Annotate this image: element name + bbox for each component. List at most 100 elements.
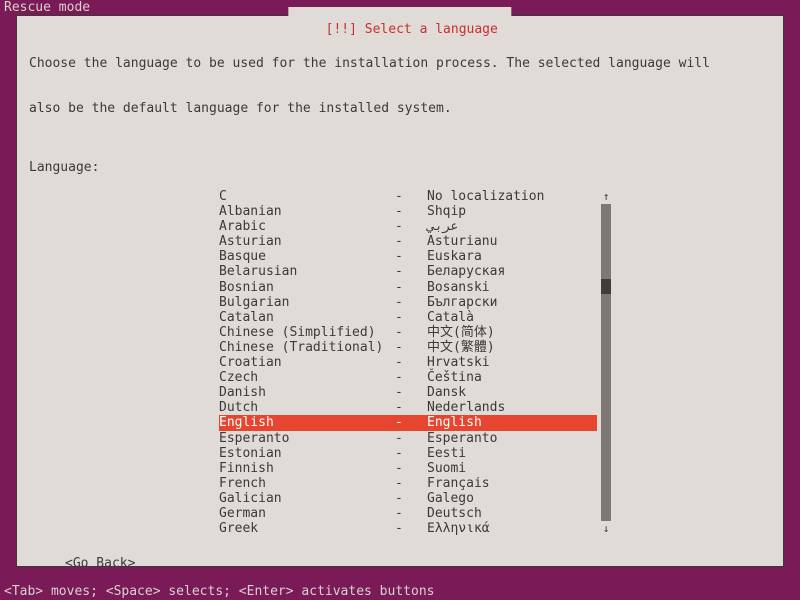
language-native: Беларуская (427, 264, 597, 279)
separator: - (395, 189, 427, 204)
separator: - (395, 491, 427, 506)
language-native: Bosanski (427, 280, 597, 295)
separator: - (395, 461, 427, 476)
title-alert-prefix: [!!] (326, 22, 365, 37)
separator: - (395, 431, 427, 446)
language-native: Eesti (427, 446, 597, 461)
language-name: Albanian (219, 204, 395, 219)
language-native: عربي (427, 219, 597, 234)
language-name: Belarusian (219, 264, 395, 279)
language-option[interactable]: German- Deutsch (219, 506, 597, 521)
language-name: Chinese (Simplified) (219, 325, 395, 340)
language-option[interactable]: Finnish- Suomi (219, 461, 597, 476)
language-native: Galego (427, 491, 597, 506)
language-native: Nederlands (427, 400, 597, 415)
language-name: Bosnian (219, 280, 395, 295)
language-option[interactable]: Albanian- Shqip (219, 204, 597, 219)
language-name: German (219, 506, 395, 521)
language-option[interactable]: Bosnian- Bosanski (219, 280, 597, 295)
language-native: Dansk (427, 385, 597, 400)
language-native: Français (427, 476, 597, 491)
language-native: Euskara (427, 249, 597, 264)
language-name: Estonian (219, 446, 395, 461)
language-name: Greek (219, 521, 395, 536)
language-option[interactable]: Chinese (Simplified)- 中文(简体) (219, 325, 597, 340)
separator: - (395, 234, 427, 249)
language-option[interactable]: English- English (219, 415, 597, 430)
separator: - (395, 325, 427, 340)
separator: - (395, 264, 427, 279)
separator: - (395, 280, 427, 295)
separator: - (395, 415, 427, 430)
language-name: Finnish (219, 461, 395, 476)
language-option[interactable]: Chinese (Traditional)- 中文(繁體) (219, 340, 597, 355)
language-native: Suomi (427, 461, 597, 476)
language-option[interactable]: Galician- Galego (219, 491, 597, 506)
language-option[interactable]: Asturian- Asturianu (219, 234, 597, 249)
language-native: Čeština (427, 370, 597, 385)
language-native: No localization (427, 189, 597, 204)
dialog-title: [!!] Select a language (288, 7, 511, 52)
language-option[interactable]: Danish- Dansk (219, 385, 597, 400)
language-list: C- No localizationAlbanian- ShqipArabic-… (219, 189, 597, 536)
separator: - (395, 249, 427, 264)
language-name: Dutch (219, 400, 395, 415)
language-name: Galician (219, 491, 395, 506)
language-option[interactable]: Basque- Euskara (219, 249, 597, 264)
language-option[interactable]: Dutch- Nederlands (219, 400, 597, 415)
language-option[interactable]: Esperanto- Esperanto (219, 431, 597, 446)
language-option[interactable]: Bulgarian- Български (219, 295, 597, 310)
separator: - (395, 340, 427, 355)
language-option[interactable]: Croatian- Hrvatski (219, 355, 597, 370)
language-name: Asturian (219, 234, 395, 249)
language-name: Arabic (219, 219, 395, 234)
language-native: Asturianu (427, 234, 597, 249)
scroll-thumb[interactable] (601, 279, 611, 294)
language-option[interactable]: Greek- Ελληνικά (219, 521, 597, 536)
separator: - (395, 310, 427, 325)
language-native: 中文(简体) (427, 325, 597, 340)
language-name: Bulgarian (219, 295, 395, 310)
separator: - (395, 370, 427, 385)
scrollbar[interactable]: ↑ ↓ (601, 189, 611, 536)
language-option[interactable]: Catalan- Català (219, 310, 597, 325)
separator: - (395, 400, 427, 415)
language-native: Български (427, 295, 597, 310)
language-option[interactable]: Czech- Čeština (219, 370, 597, 385)
language-name: French (219, 476, 395, 491)
language-native: 中文(繁體) (427, 340, 597, 355)
language-name: C (219, 189, 395, 204)
separator: - (395, 295, 427, 310)
language-native: Ελληνικά (427, 521, 597, 536)
language-option[interactable]: C- No localization (219, 189, 597, 204)
scroll-up-icon[interactable]: ↑ (601, 189, 611, 204)
separator: - (395, 521, 427, 536)
language-name: Basque (219, 249, 395, 264)
language-dialog: [!!] Select a language Choose the langua… (16, 15, 784, 567)
separator: - (395, 506, 427, 521)
separator: - (395, 446, 427, 461)
language-option[interactable]: Arabic- عربي (219, 219, 597, 234)
language-name: Chinese (Traditional) (219, 340, 395, 355)
language-name: Croatian (219, 355, 395, 370)
language-option[interactable]: French- Français (219, 476, 597, 491)
description-line: Choose the language to be used for the i… (29, 56, 771, 71)
separator: - (395, 219, 427, 234)
language-option[interactable]: Estonian- Eesti (219, 446, 597, 461)
separator: - (395, 385, 427, 400)
language-name: Esperanto (219, 431, 395, 446)
language-name: Czech (219, 370, 395, 385)
language-native: Esperanto (427, 431, 597, 446)
language-option[interactable]: Belarusian- Беларуская (219, 264, 597, 279)
separator: - (395, 204, 427, 219)
language-name: Danish (219, 385, 395, 400)
separator: - (395, 355, 427, 370)
language-field-label: Language: (29, 160, 771, 175)
language-native: English (427, 415, 597, 430)
scroll-down-icon[interactable]: ↓ (601, 521, 611, 536)
language-native: Shqip (427, 204, 597, 219)
language-native: Català (427, 310, 597, 325)
description-line: also be the default language for the ins… (29, 101, 771, 116)
go-back-button[interactable]: <Go Back> (65, 556, 135, 571)
language-name: English (219, 415, 395, 430)
